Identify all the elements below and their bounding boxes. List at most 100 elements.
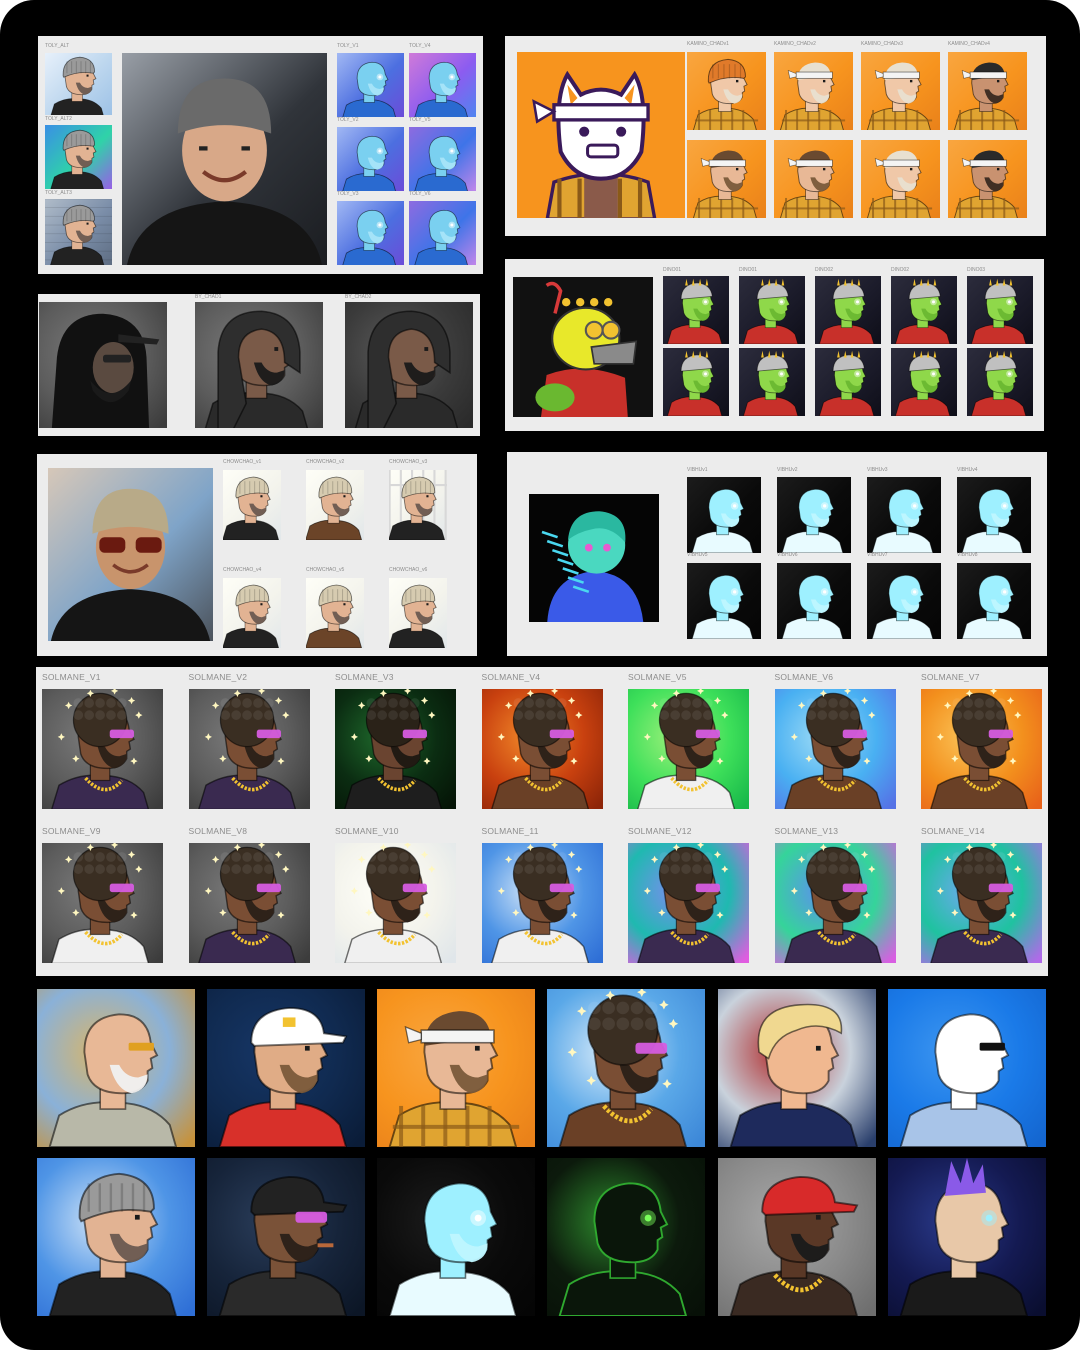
caption-label: KAMINO_CHADv4 <box>948 41 990 47</box>
caption-label: VIBHUv2 <box>777 467 798 473</box>
caption-label: TOLY_ALT2 <box>45 116 72 122</box>
dino-alien-thumb <box>891 276 957 344</box>
kamino-chad-thumb <box>687 52 766 130</box>
chowchao-thumb <box>389 470 447 540</box>
caption-label: DINO02 <box>891 267 910 273</box>
caption-label: CHOWCHAO_v4 <box>223 567 262 573</box>
vibhu-thumb <box>687 563 761 639</box>
toly-variant-thumb <box>337 201 404 265</box>
caption-label: VIBHUv7 <box>867 552 888 558</box>
caption-label: VIBHUv5 <box>687 552 708 558</box>
caption-label: DINO01 <box>663 267 682 273</box>
solmane-board: SOLMANE_V1 SOLMANE_V9 SOLMANE_V2 SOLMANE_V8… <box>36 667 1048 976</box>
dino-alien-thumb <box>739 276 805 344</box>
blue-skull-sunglasses-portrait <box>888 989 1046 1147</box>
dino-alien-thumb <box>739 348 805 416</box>
kamino-chad-thumb <box>948 52 1027 130</box>
blond-suit-portrait <box>718 989 876 1147</box>
caption-label: TOLY_V2 <box>337 117 359 123</box>
caption-label: SOLMANE_V12 <box>628 826 692 836</box>
dino-illustration <box>513 277 653 417</box>
solmane-thumb <box>335 843 456 963</box>
caption-label: DINO01 <box>739 267 758 273</box>
caption-label: CHOWCHAO_v3 <box>389 459 428 465</box>
red-cap-dreads-portrait <box>718 1158 876 1316</box>
kamino-board: KAMINO_CHADv1 KAMINO_CHADv2 KAMINO_CHADv3 K… <box>505 36 1046 236</box>
solmane-thumb <box>188 689 310 809</box>
caption-label: SOLMANE_11 <box>481 826 539 836</box>
captain-hat-portrait <box>207 989 365 1147</box>
caption-label: SOLMANE_V2 <box>188 672 248 682</box>
vibhu-board: VIBHUv1 VIBHUv5 VIBHUv2 VIBHUv6 VIBHUv3 VIBHU… <box>507 452 1047 656</box>
caption-label: SOLMANE_V3 <box>335 672 394 682</box>
caption-label: TOLY_V1 <box>337 43 359 49</box>
headband-plaid-portrait <box>377 989 535 1147</box>
chowchao-thumb <box>223 470 281 540</box>
caption-label: KAMINO_CHADv2 <box>774 41 816 47</box>
caption-label: TOLY_V6 <box>409 191 431 197</box>
hood-chad-v2 <box>345 302 473 428</box>
toly-variant-thumb <box>409 201 476 265</box>
caption-label: SOLMANE_V1 <box>42 672 101 682</box>
caption-label: SOLMANE_V9 <box>42 826 101 836</box>
solmane-thumb <box>42 689 163 809</box>
vibhu-thumb <box>777 477 851 553</box>
dino-alien-thumb <box>815 276 881 344</box>
kamino-chad-thumb <box>687 140 766 218</box>
caption-label: CHOWCHAO_v5 <box>306 567 345 573</box>
grey-beanie-portrait <box>37 1158 195 1316</box>
toly-variant-thumb <box>337 127 404 191</box>
dino-alien-thumb <box>891 348 957 416</box>
vibhu-thumb <box>777 563 851 639</box>
caption-label: VIBHUv1 <box>687 467 708 473</box>
caption-label: VIBHUv6 <box>777 552 798 558</box>
solmane-thumb <box>335 689 456 809</box>
vibhu-thumb <box>867 477 941 553</box>
hood-chad-v1 <box>195 302 323 428</box>
caption-label: TOLY_V3 <box>337 191 359 197</box>
vibhu-thumb <box>957 477 1031 553</box>
chowchao-photo <box>48 468 213 641</box>
solmane-thumb <box>921 843 1042 963</box>
afro-visor-portrait <box>547 989 705 1147</box>
caption-label: KAMINO_CHADv1 <box>687 41 729 47</box>
toly-alt2-thumb <box>45 125 112 189</box>
toly-variant-thumb <box>409 127 476 191</box>
caption-label: BY_CHAD2 <box>345 294 372 300</box>
toly-alt-thumb <box>45 53 112 115</box>
caption-label: SOLMANE_V14 <box>921 826 985 836</box>
kamino-chad-thumb <box>861 52 940 130</box>
caption-label: SOLMANE_V7 <box>921 672 980 682</box>
caption-label: SOLMANE_V8 <box>188 826 248 836</box>
kamino-chad-thumb <box>774 140 853 218</box>
vibhu-thumb <box>957 563 1031 639</box>
caption-label: KAMINO_CHADv3 <box>861 41 903 47</box>
chowchao-thumb <box>223 578 281 648</box>
dino-alien-thumb <box>967 348 1033 416</box>
dino-alien-thumb <box>663 276 729 344</box>
solmane-thumb <box>628 843 749 963</box>
vibhu-thumb <box>687 477 761 553</box>
solmane-thumb <box>481 689 603 809</box>
caption-label: SOLMANE_V13 <box>774 826 839 836</box>
toly-variant-thumb <box>337 53 404 117</box>
caption-label: TOLY_V4 <box>409 43 431 49</box>
old-man-glasses-portrait <box>37 989 195 1147</box>
caption-label: CHOWCHAO_v2 <box>306 459 345 465</box>
vibhu-illustration <box>529 494 659 622</box>
caption-label: TOLY_ALT3 <box>45 190 72 196</box>
collage-frame: TOLY_ALT TOLY_ALT2 TOLY_ALT3 TOLY_V1 TOLY_V4… <box>0 0 1080 1350</box>
caption-label: DINO03 <box>967 267 986 273</box>
toly-photo <box>122 53 327 265</box>
caption-label: VIBHUv8 <box>957 552 978 558</box>
solmane-thumb <box>188 843 310 963</box>
toly-board: TOLY_ALT TOLY_ALT2 TOLY_ALT3 TOLY_V1 TOLY_V4… <box>38 36 483 274</box>
caption-label: BY_CHAD1 <box>195 294 222 300</box>
hood-board: BY_CHAD1 BY_CHAD2 <box>38 294 480 436</box>
solmane-thumb <box>481 843 603 963</box>
green-matrix-portrait <box>547 1158 705 1316</box>
caption-label: CHOWCHAO_v1 <box>223 459 262 465</box>
chowchao-board: CHOWCHAO_v1 CHOWCHAO_v4 CHOWCHAO_v2 CHOWCHA… <box>37 454 477 656</box>
glowing-spirit-portrait <box>377 1158 535 1316</box>
caption-label: SOLMANE_V6 <box>774 672 834 682</box>
